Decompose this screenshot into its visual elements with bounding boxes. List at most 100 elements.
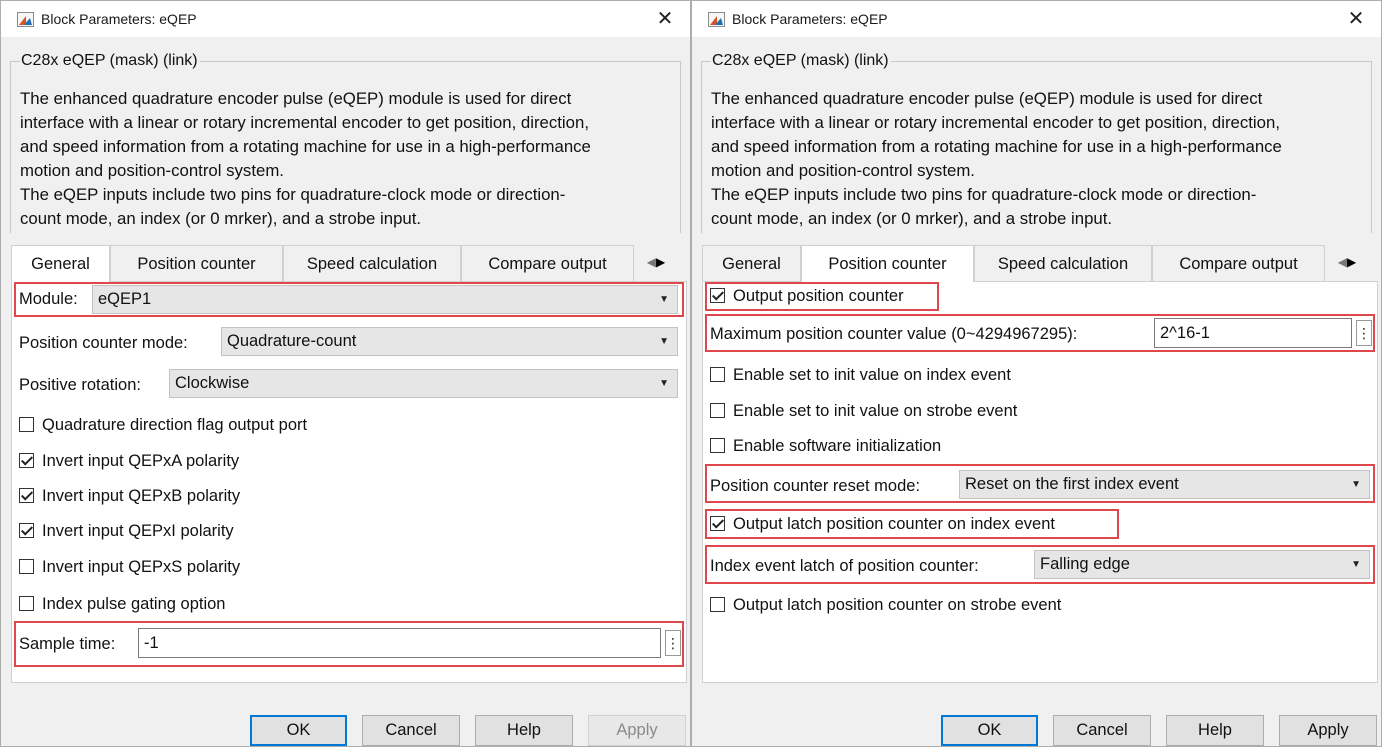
description-line: The eQEP inputs include two pins for qua… [20, 185, 566, 204]
title-bar[interactable]: Block Parameters: eQEP ✕ [692, 1, 1381, 37]
position-counter-mode-label: Position counter mode: [19, 334, 188, 352]
checkbox-label: Enable set to init value on index event [733, 366, 1011, 384]
scroll-left-icon[interactable]: ◀ [647, 255, 656, 269]
checkbox-invert-qepxa[interactable]: Invert input QEPxA polarity [19, 452, 239, 471]
checkbox-label: Output position counter [733, 287, 904, 305]
scroll-left-icon[interactable]: ◀ [1338, 255, 1347, 269]
tab-speed-calculation[interactable]: Speed calculation [283, 245, 461, 281]
tab-position-counter[interactable]: Position counter [801, 245, 974, 282]
module-dropdown[interactable]: eQEP1 ▼ [92, 285, 678, 314]
position-counter-mode-dropdown[interactable]: Quadrature-count ▼ [221, 327, 678, 356]
checkbox-box[interactable] [710, 403, 725, 418]
checkbox-box[interactable] [19, 559, 34, 574]
module-label: Module: [19, 290, 78, 308]
checkbox-box[interactable] [19, 488, 34, 503]
window-title: Block Parameters: eQEP [41, 11, 197, 27]
more-options-icon[interactable]: ⋮ [665, 630, 681, 656]
tab-scroll-buttons[interactable]: ◀▶ [641, 249, 671, 275]
checkbox-enable-init-strobe[interactable]: Enable set to init value on strobe event [710, 402, 1017, 421]
block-parameters-dialog-right: Block Parameters: eQEP ✕ C28x eQEP (mask… [691, 0, 1382, 747]
checkbox-invert-qepxi[interactable]: Invert input QEPxI polarity [19, 522, 234, 541]
checkbox-box[interactable] [19, 596, 34, 611]
description-line: count mode, an index (or 0 mrker), and a… [711, 209, 1113, 228]
scroll-right-icon[interactable]: ▶ [656, 255, 665, 269]
checkbox-label: Invert input QEPxA polarity [42, 452, 240, 470]
tab-scroll-buttons[interactable]: ◀▶ [1332, 249, 1362, 275]
tab-compare-output[interactable]: Compare output [461, 245, 634, 281]
checkbox-box[interactable] [710, 367, 725, 382]
description-line: The enhanced quadrature encoder pulse (e… [711, 89, 1263, 108]
checkbox-label: Output latch position counter on strobe … [733, 596, 1062, 614]
tab-bar: General Position counter Speed calculati… [11, 245, 687, 282]
title-bar[interactable]: Block Parameters: eQEP ✕ [1, 1, 690, 37]
chevron-down-icon: ▼ [659, 294, 669, 305]
tab-compare-output[interactable]: Compare output [1152, 245, 1325, 281]
checkbox-invert-qepxs[interactable]: Invert input QEPxS polarity [19, 558, 240, 577]
description-line: The enhanced quadrature encoder pulse (e… [20, 89, 572, 108]
sample-time-label: Sample time: [19, 635, 116, 653]
checkbox-label: Enable set to init value on strobe event [733, 402, 1018, 420]
sample-time-input[interactable]: -1 [138, 628, 661, 658]
checkbox-quadrature-direction-flag[interactable]: Quadrature direction flag output port [19, 416, 307, 435]
checkbox-box[interactable] [710, 288, 725, 303]
tab-general[interactable]: General [11, 245, 110, 282]
position-counter-mode-value: Quadrature-count [227, 332, 357, 350]
checkbox-box[interactable] [19, 417, 34, 432]
close-icon[interactable]: ✕ [654, 7, 676, 29]
chevron-down-icon: ▼ [1351, 479, 1361, 490]
tab-general[interactable]: General [702, 245, 801, 281]
chevron-down-icon: ▼ [659, 336, 669, 347]
description-line: interface with a linear or rotary increm… [711, 113, 1280, 132]
help-button[interactable]: Help [1166, 715, 1264, 746]
checkbox-index-pulse-gating[interactable]: Index pulse gating option [19, 595, 225, 614]
checkbox-label: Quadrature direction flag output port [42, 416, 308, 434]
more-options-icon[interactable]: ⋮ [1356, 320, 1372, 346]
checkbox-enable-init-index[interactable]: Enable set to init value on index event [710, 366, 1011, 385]
checkbox-box[interactable] [19, 453, 34, 468]
tab-speed-calculation[interactable]: Speed calculation [974, 245, 1152, 281]
checkbox-latch-strobe-event[interactable]: Output latch position counter on strobe … [710, 596, 1061, 615]
checkbox-latch-index-event[interactable]: Output latch position counter on index e… [710, 515, 1055, 534]
mask-description: The enhanced quadrature encoder pulse (e… [711, 87, 1375, 231]
checkbox-label: Invert input QEPxB polarity [42, 487, 241, 505]
checkbox-box[interactable] [710, 516, 725, 531]
description-line: and speed information from a rotating ma… [711, 137, 1282, 156]
reset-mode-dropdown[interactable]: Reset on the first index event ▼ [959, 470, 1370, 499]
block-parameters-dialog-left: Block Parameters: eQEP ✕ C28x eQEP (mask… [0, 0, 691, 747]
help-button[interactable]: Help [475, 715, 573, 746]
description-line: motion and position-control system. [20, 161, 284, 180]
index-latch-label: Index event latch of position counter: [710, 557, 979, 575]
apply-button: Apply [588, 715, 686, 746]
description-line: count mode, an index (or 0 mrker), and a… [20, 209, 422, 228]
apply-button[interactable]: Apply [1279, 715, 1377, 746]
ok-button[interactable]: OK [941, 715, 1038, 746]
window-title: Block Parameters: eQEP [732, 11, 888, 27]
close-icon[interactable]: ✕ [1345, 7, 1367, 29]
module-value: eQEP1 [98, 290, 152, 308]
checkbox-box[interactable] [710, 597, 725, 612]
checkbox-output-position-counter[interactable]: Output position counter [710, 287, 904, 306]
ok-button[interactable]: OK [250, 715, 347, 746]
description-line: motion and position-control system. [711, 161, 975, 180]
checkbox-enable-software-init[interactable]: Enable software initialization [710, 437, 941, 456]
description-line: The eQEP inputs include two pins for qua… [711, 185, 1257, 204]
positive-rotation-label: Positive rotation: [19, 376, 141, 394]
checkbox-label: Output latch position counter on index e… [733, 515, 1055, 533]
max-position-counter-input[interactable]: 2^16-1 [1154, 318, 1352, 348]
chevron-down-icon: ▼ [659, 378, 669, 389]
checkbox-box[interactable] [710, 438, 725, 453]
tab-position-counter[interactable]: Position counter [110, 245, 283, 281]
positive-rotation-value: Clockwise [175, 374, 250, 392]
checkbox-box[interactable] [19, 523, 34, 538]
scroll-right-icon[interactable]: ▶ [1347, 255, 1356, 269]
description-line: and speed information from a rotating ma… [20, 137, 591, 156]
mask-description: The enhanced quadrature encoder pulse (e… [20, 87, 684, 231]
cancel-button[interactable]: Cancel [362, 715, 460, 746]
cancel-button[interactable]: Cancel [1053, 715, 1151, 746]
positive-rotation-dropdown[interactable]: Clockwise ▼ [169, 369, 678, 398]
index-latch-dropdown[interactable]: Falling edge ▼ [1034, 550, 1370, 579]
mask-title: C28x eQEP (mask) (link) [711, 52, 891, 70]
tab-panel-position-counter: Output position counter Maximum position… [702, 281, 1378, 683]
checkbox-invert-qepxb[interactable]: Invert input QEPxB polarity [19, 487, 240, 506]
checkbox-label: Index pulse gating option [42, 595, 226, 613]
